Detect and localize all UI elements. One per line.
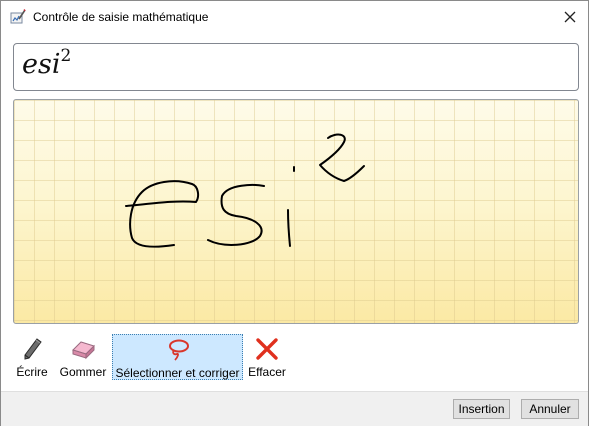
tool-write[interactable]: Écrire — [13, 334, 51, 380]
ink-stroke-exponent-2 — [319, 133, 365, 182]
ink-stroke-e — [125, 180, 200, 248]
tool-erase[interactable]: Gommer — [57, 334, 109, 380]
math-preview-expression: esi2 — [22, 46, 72, 80]
tool-erase-label: Gommer — [59, 365, 107, 379]
eraser-icon — [72, 341, 95, 360]
math-preview-box: esi2 — [13, 43, 579, 91]
preview-base: esi — [22, 49, 61, 80]
dialog-footer: Insertion Annuler — [1, 391, 588, 426]
ink-stroke-s — [207, 184, 265, 246]
lasso-icon — [168, 339, 189, 361]
tool-select-correct-label: Sélectionner et corriger — [115, 366, 240, 380]
tool-select-correct[interactable]: Sélectionner et corriger — [112, 334, 243, 380]
handwriting-canvas[interactable] — [13, 99, 579, 324]
insert-button[interactable]: Insertion — [453, 399, 510, 419]
math-input-app-icon — [10, 9, 26, 25]
tool-write-label: Écrire — [16, 365, 48, 379]
preview-exponent: 2 — [60, 46, 72, 66]
tool-clear[interactable]: Effacer — [246, 334, 288, 380]
clear-icon — [256, 338, 278, 360]
cancel-button[interactable]: Annuler — [521, 399, 579, 419]
math-input-window: Contrôle de saisie mathématique esi2 Écr… — [0, 0, 589, 426]
close-button[interactable] — [556, 5, 584, 29]
title-bar[interactable]: Contrôle de saisie mathématique — [1, 1, 588, 35]
pen-icon — [24, 338, 42, 360]
ink-stroke-i — [287, 209, 291, 247]
tool-clear-label: Effacer — [248, 365, 286, 379]
close-icon — [564, 11, 576, 23]
window-title: Contrôle de saisie mathématique — [33, 10, 209, 24]
handwritten-ink — [125, 133, 365, 248]
